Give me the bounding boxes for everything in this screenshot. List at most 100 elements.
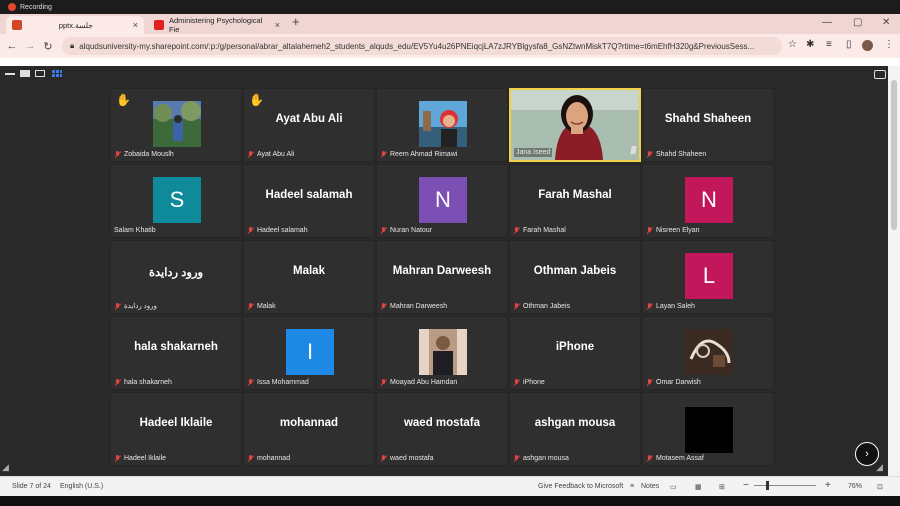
media-icon[interactable]: ≡ [826, 39, 832, 50]
participant-avatar: N [685, 177, 733, 223]
participant-name: Farah Mashal [523, 227, 566, 234]
popout-icon[interactable] [874, 70, 886, 79]
participant-tile[interactable]: Reem Ahmad Rimawi [376, 88, 508, 162]
maximize-button[interactable]: ▢ [853, 17, 862, 28]
participant-tile[interactable]: Jana Iseed [509, 88, 641, 162]
participant-avatar: S [153, 177, 201, 223]
youtube-icon [154, 20, 164, 30]
zoom-level[interactable]: 76% [848, 483, 862, 490]
participant-tile[interactable]: Othman Jabeis Othman Jabeis [509, 240, 641, 314]
participant-display-name: Mahran Darweesh [392, 265, 492, 277]
participant-photo [153, 101, 201, 147]
participant-tile[interactable]: ورود ردايدة ورود ردايدة [110, 240, 242, 314]
lock-icon: 🔒︎ [70, 41, 75, 50]
participant-label: hala shakarneh [114, 379, 172, 386]
participant-photo [419, 329, 467, 375]
participant-name: Nuran Natour [390, 227, 433, 234]
zoom-in-button[interactable]: + [825, 480, 831, 491]
back-icon[interactable]: ← [4, 40, 20, 52]
tab-strip: pptx.جلسة × Administering Psychological … [0, 14, 900, 34]
participant-tile[interactable]: N Nisreen Elyan [642, 164, 774, 238]
url-text: alqudsuniversity-my.sharepoint.com/:p:/g… [79, 41, 755, 51]
zoom-out-button[interactable]: − [743, 480, 749, 491]
participant-tile[interactable]: ashgan mousa ashgan mousa [509, 392, 641, 466]
mic-muted-icon [513, 303, 520, 310]
participant-tile[interactable]: Omar Darwish [642, 316, 774, 390]
forward-icon[interactable]: → [22, 40, 38, 52]
participant-tile[interactable]: mohannad mohannad [243, 392, 375, 466]
resize-handle-icon[interactable]: ◢ [2, 462, 9, 473]
menu-icon[interactable]: ⋮ [884, 39, 894, 50]
participant-tile[interactable]: waed mostafa waed mostafa [376, 392, 508, 466]
participant-tile[interactable]: Motasem Assaf [642, 392, 774, 466]
participant-label: Issa Mohammad [247, 379, 309, 386]
status-bar: Slide 7 of 24 English (U.S.) Give Feedba… [0, 476, 900, 496]
participant-label: Ayat Abu Ali [247, 151, 294, 158]
new-tab-button[interactable]: + [292, 14, 300, 29]
close-tab-icon[interactable]: × [275, 20, 280, 30]
participant-tile[interactable]: Shahd Shaheen Shahd Shaheen [642, 88, 774, 162]
participant-label: waed mostafa [380, 455, 434, 462]
participant-tile[interactable]: L Layan Saleh [642, 240, 774, 314]
mic-muted-icon [380, 303, 387, 310]
participant-tile[interactable]: Farah Mashal Farah Mashal [509, 164, 641, 238]
scroll-thumb[interactable] [891, 80, 897, 230]
feedback-link[interactable]: Give Feedback to Microsoft [538, 483, 623, 490]
bookmark-star-icon[interactable]: ☆ [788, 39, 797, 50]
participant-name: Othman Jabeis [523, 303, 571, 310]
participant-name: Omar Darwish [656, 379, 701, 386]
zoom-slider[interactable] [754, 485, 816, 486]
participant-label: Reem Ahmad Rimawi [380, 151, 457, 158]
participant-tile[interactable]: Mahran Darweesh Mahran Darweesh [376, 240, 508, 314]
participant-tile[interactable]: I Issa Mohammad [243, 316, 375, 390]
participant-tile[interactable]: N Nuran Natour [376, 164, 508, 238]
participant-tile[interactable]: Hadeel salamah Hadeel salamah [243, 164, 375, 238]
participant-tile[interactable]: S Salam Khatib [110, 164, 242, 238]
participant-label: iPhone [513, 379, 545, 386]
avatar[interactable] [862, 40, 873, 51]
mic-muted-icon [380, 227, 387, 234]
participant-label: Layan Saleh [646, 303, 695, 310]
participant-name: Jana Iseed [516, 149, 551, 156]
gallery-view-icon[interactable] [52, 70, 62, 77]
participant-tile[interactable]: Ayat Abu Ali ✋ Ayat Abu Ali [243, 88, 375, 162]
mic-muted-icon [513, 455, 520, 462]
participant-tile[interactable]: Hadeel Iklaile Hadeel Iklaile [110, 392, 242, 466]
close-window-button[interactable]: ✕ [882, 17, 890, 28]
tab-title: Administering Psychological Fie [168, 16, 263, 34]
reading-view-icon[interactable]: ⊞ [719, 483, 725, 491]
minimize-button[interactable]: — [822, 17, 832, 28]
participant-name: Salam Khatib [114, 227, 156, 234]
close-tab-icon[interactable]: × [133, 20, 138, 30]
participant-name: Motasem Assaf [656, 455, 704, 462]
fit-slide-icon[interactable]: ⊡ [877, 483, 883, 491]
scrollbar[interactable] [888, 66, 900, 476]
side-view-icon[interactable] [35, 70, 45, 77]
slide-sorter-icon[interactable]: ▦ [695, 483, 702, 491]
mic-muted-icon [380, 379, 387, 386]
normal-view-icon[interactable]: ▭ [670, 483, 677, 491]
resize-handle-icon[interactable]: ◢ [876, 462, 883, 473]
participant-tile[interactable]: iPhone iPhone [509, 316, 641, 390]
zoom-slider-thumb[interactable] [766, 481, 769, 490]
address-bar[interactable]: 🔒︎ alqudsuniversity-my.sharepoint.com/:p… [62, 37, 782, 55]
notes-button[interactable]: Notes [641, 483, 659, 490]
notes-icon[interactable]: ≡ [630, 483, 634, 490]
participant-label: Nuran Natour [380, 227, 432, 234]
mic-muted-icon [114, 455, 121, 462]
language-indicator[interactable]: English (U.S.) [60, 483, 103, 490]
extensions-icon[interactable]: ✱ [806, 39, 814, 50]
tab-pptx[interactable]: pptx.جلسة × [6, 16, 144, 34]
participant-name: Zobaida Mouslh [124, 151, 174, 158]
raised-hand-icon: ✋ [116, 93, 131, 107]
participant-tile[interactable]: Moayad Abu Hamdan [376, 316, 508, 390]
sidepanel-icon[interactable]: ▯ [846, 39, 852, 50]
minimize-view-icon[interactable] [5, 73, 15, 75]
tab-youtube[interactable]: Administering Psychological Fie × [148, 16, 286, 34]
mic-muted-icon [247, 303, 254, 310]
participant-tile[interactable]: ✋ Zobaida Mouslh [110, 88, 242, 162]
participant-tile[interactable]: hala shakarneh hala shakarneh [110, 316, 242, 390]
strip-view-icon[interactable] [20, 70, 30, 77]
reload-icon[interactable]: ↻ [40, 40, 56, 53]
participant-tile[interactable]: Malak Malak [243, 240, 375, 314]
